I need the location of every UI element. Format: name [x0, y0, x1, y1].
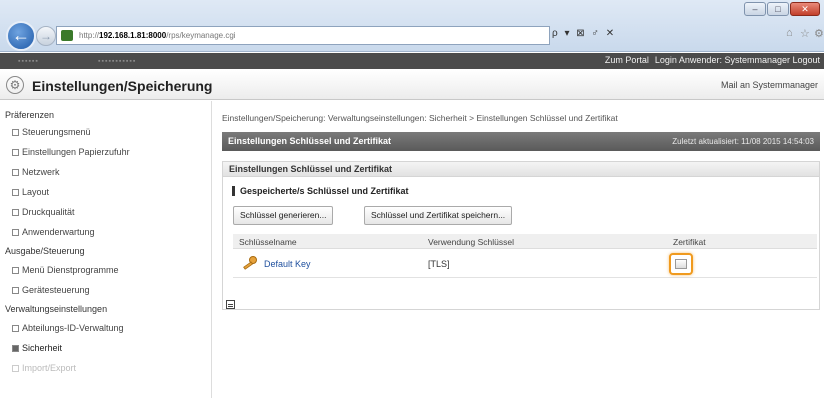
stored-keys-heading: Gespeicherte/s Schlüssel und Zertifikat [232, 186, 409, 196]
key-icon [243, 256, 257, 270]
sidebar-item-user-maintenance[interactable]: Anwenderwartung [12, 227, 95, 237]
page-header: ⚙ Einstellungen/Speicherung Mail an Syst… [0, 70, 824, 100]
device-info-icon: ▪▪▪▪▪▪▪▪▪▪▪ [98, 58, 137, 65]
section-title: Einstellungen Schlüssel und Zertifikat [229, 164, 393, 174]
settings-section: Einstellungen Schlüssel und Zertifikat G… [222, 161, 820, 310]
address-bar[interactable]: http://192.168.1.81:8000/rps/keymanage.c… [56, 26, 550, 45]
table-header: Schlüsselname Verwendung Schlüssel Zerti… [233, 234, 817, 249]
url-host: 192.168.1.81:8000 [99, 31, 167, 40]
mail-admin-link[interactable]: Mail an Systemmanager [721, 80, 818, 90]
sidebar-item-import-export[interactable]: Import/Export [11, 363, 76, 373]
sidebar-item-paper-feed[interactable]: Einstellungen Papierzufuhr [12, 147, 130, 157]
table-row: Default Key [TLS] [233, 250, 817, 278]
sidebar-item-network[interactable]: Netzwerk [12, 167, 60, 177]
url-prefix: http:// [79, 31, 100, 40]
sidebar-group-preferences[interactable]: Präferenzen [5, 110, 54, 120]
address-tools[interactable]: ρ ▾ ⊠ ♂ ✕ [552, 28, 616, 39]
forward-arrow-icon[interactable]: → [36, 26, 56, 46]
key-usage: [TLS] [428, 259, 450, 269]
browser-toolbar-icons: ⌂ ☆ ⚙ [700, 26, 824, 46]
browser-toolbar: – □ ✕ ← → http://192.168.1.81:8000/rps/k… [0, 0, 824, 52]
certificate-icon [675, 259, 687, 269]
sidebar-group-management[interactable]: Verwaltungseinstellungen [5, 304, 107, 314]
sidebar: Präferenzen Steuerungsmenü Einstellungen… [0, 101, 212, 398]
certificate-details-button[interactable] [669, 253, 693, 275]
sidebar-item-security[interactable]: Sicherheit [11, 343, 62, 353]
back-arrow-icon[interactable]: ← [6, 21, 36, 51]
url-path: /rps/keymanage.cgi [166, 31, 236, 40]
section-header: Einstellungen Schlüssel und Zertifikat [223, 162, 819, 177]
maximize-icon[interactable]: □ [767, 2, 789, 16]
panel-title: Einstellungen Schlüssel und Zertifikat [228, 136, 392, 146]
key-name-link[interactable]: Default Key [264, 259, 311, 269]
favorites-star-icon[interactable]: ☆ [800, 27, 810, 40]
panel-header: Einstellungen Schlüssel und Zertifikat Z… [222, 132, 820, 151]
column-key-usage: Verwendung Schlüssel [428, 237, 515, 247]
page-title: Einstellungen/Speicherung [32, 78, 213, 94]
sidebar-item-device-control[interactable]: Gerätesteuerung [12, 285, 90, 295]
top-links: Zum Portal Login Anwender: Systemmanager … [599, 55, 820, 65]
generate-key-button[interactable]: Schlüssel generieren... [233, 206, 334, 225]
sidebar-item-layout[interactable]: Layout [11, 187, 49, 197]
sidebar-item-print-quality[interactable]: Druckqualität [12, 207, 75, 217]
close-icon[interactable]: ✕ [790, 2, 820, 16]
settings-gear-icon: ⚙ [6, 76, 24, 94]
print-icon[interactable] [226, 300, 235, 309]
sidebar-item-control-menu[interactable]: Steuerungsmenü [12, 127, 91, 137]
site-favicon-icon [61, 30, 73, 41]
last-updated: Zuletzt aktualisiert: 11/08 2015 14:54:0… [672, 137, 814, 146]
app-topbar: ▪▪▪▪▪▪ ▪▪▪▪▪▪▪▪▪▪▪ Zum Portal Login Anwen… [0, 53, 824, 69]
register-key-certificate-button[interactable]: Schlüssel und Zertifikat speichern... [364, 206, 513, 225]
portal-link[interactable]: Zum Portal [605, 55, 649, 65]
breadcrumb: Einstellungen/Speicherung: Verwaltungsei… [222, 113, 618, 123]
home-icon[interactable]: ⌂ [786, 27, 793, 39]
window-controls: – □ ✕ [744, 2, 820, 16]
column-certificate: Zertifikat [673, 237, 706, 247]
settings-gear-icon[interactable]: ⚙ [814, 27, 824, 40]
sidebar-item-department-id[interactable]: Abteilungs-ID-Verwaltung [12, 323, 124, 333]
minimize-icon[interactable]: – [744, 2, 766, 16]
column-key-name: Schlüsselname [239, 237, 297, 247]
logout-link[interactable]: Login Anwender: Systemmanager Logout [655, 55, 820, 65]
sidebar-item-utilities[interactable]: Menü Dienstprogramme [12, 265, 119, 275]
sidebar-group-output[interactable]: Ausgabe/Steuerung [5, 246, 85, 256]
device-name-icon: ▪▪▪▪▪▪ [18, 58, 39, 65]
